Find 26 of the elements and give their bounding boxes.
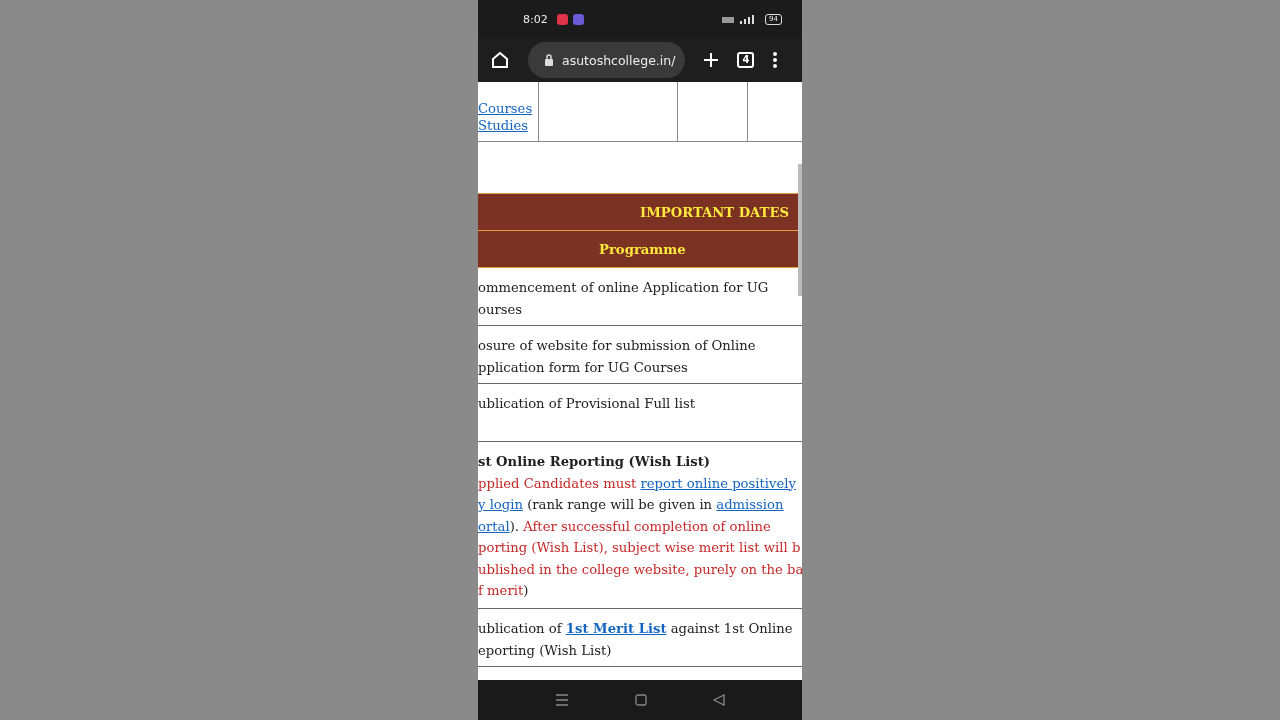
- text-link[interactable]: y login: [478, 497, 523, 512]
- more-menu-icon[interactable]: [772, 51, 779, 69]
- address-bar[interactable]: asutoshcollege.in/: [528, 42, 686, 78]
- tab-count-button[interactable]: 4: [737, 52, 755, 68]
- programme-text: ommencement of online Application for UG ourses: [478, 279, 770, 319]
- text-link[interactable]: ortal: [478, 518, 510, 534]
- scrollbar-thumb[interactable]: [798, 164, 802, 296]
- back-icon[interactable]: [713, 694, 725, 706]
- course-link[interactable]: Courses: [478, 101, 538, 116]
- programme-text: osure of website for submission of Online pplication form for UG Courses: [478, 337, 757, 377]
- text-link[interactable]: report online positively: [640, 475, 796, 491]
- new-tab-icon[interactable]: [703, 52, 720, 68]
- merit-list-link[interactable]: 1st Merit List: [565, 621, 667, 636]
- url-text: asutoshcollege.in/: [562, 52, 676, 68]
- lock-icon: [544, 54, 554, 66]
- app-icon: [572, 13, 584, 25]
- programme-heading: st Online Reporting (Wish List): [478, 453, 712, 471]
- clock-time: 8:02: [523, 12, 548, 26]
- home-icon[interactable]: [490, 50, 510, 70]
- course-link[interactable]: Studies: [478, 118, 538, 133]
- programme-text: ublication of Provisional Full list: [478, 395, 697, 413]
- text-link[interactable]: admission: [716, 497, 784, 512]
- menu-icon[interactable]: [555, 694, 569, 706]
- programme-text: ublication of 1st Merit List against 1st Online eporting (Wish List): [478, 620, 794, 660]
- recorder-icon: [556, 13, 568, 25]
- home-square-icon[interactable]: [635, 694, 647, 706]
